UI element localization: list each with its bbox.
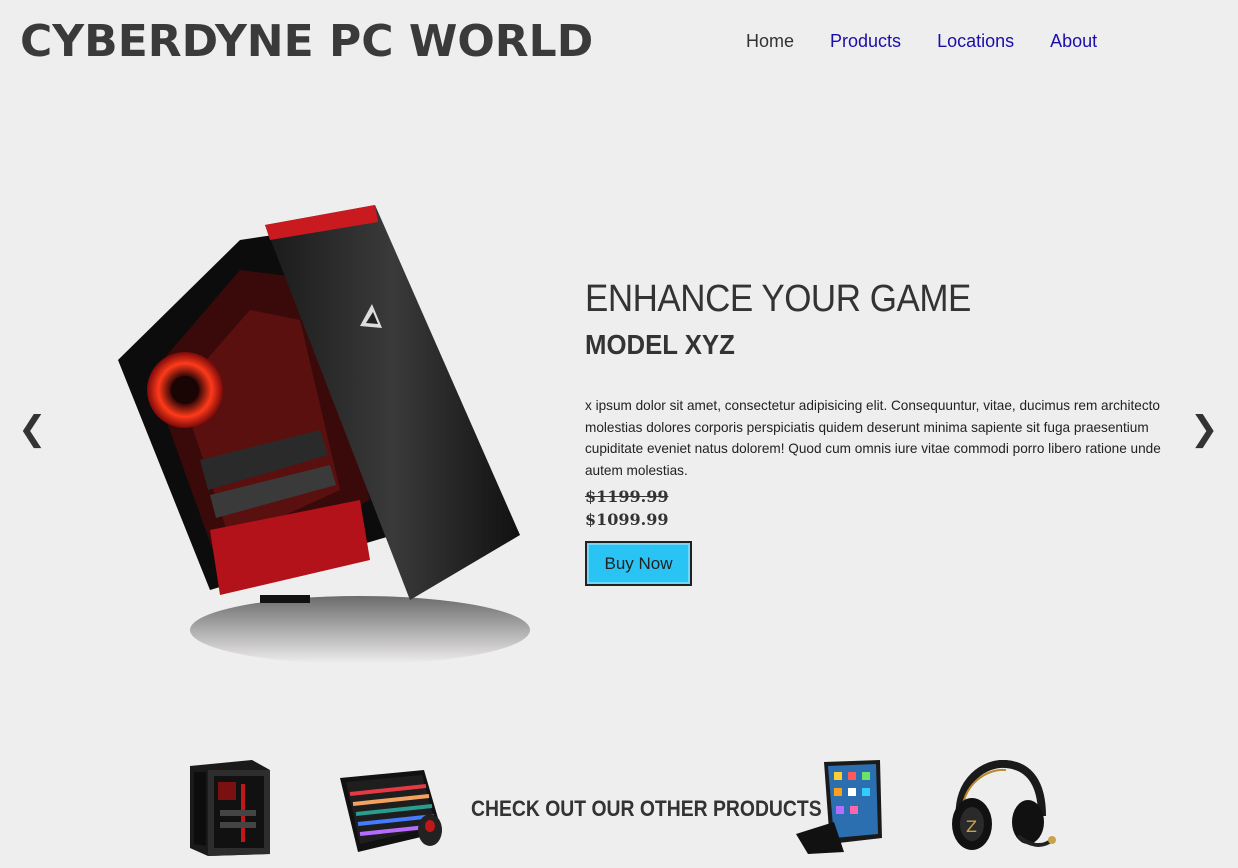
- svg-text:Z: Z: [966, 817, 977, 836]
- nav-products[interactable]: Products: [830, 31, 901, 52]
- brand-logo[interactable]: CYBERDYNE PC WORLD: [20, 16, 593, 67]
- hero-content: ENHANCE YOUR GAME MODEL XYZ x ipsum dolo…: [585, 278, 1165, 586]
- page: CYBERDYNE PC WORLD Home Products Locatio…: [0, 0, 1238, 868]
- other-products-heading: CHECK OUT OUR OTHER PRODUCTS: [471, 796, 822, 821]
- hero-description: x ipsum dolor sit amet, consectetur adip…: [585, 398, 1161, 478]
- nav-about[interactable]: About: [1050, 31, 1097, 52]
- pc-case-thumbnail[interactable]: [186, 756, 272, 858]
- hero-title: ENHANCE YOUR GAME: [585, 278, 971, 320]
- hero-model: MODEL XYZ: [585, 329, 735, 360]
- chevron-left-icon[interactable]: ❮: [18, 412, 47, 446]
- nav-locations[interactable]: Locations: [937, 31, 1014, 52]
- sale-price: $1099.99: [585, 510, 669, 529]
- keyboard-mouse-thumbnail[interactable]: [338, 762, 448, 858]
- chevron-right-icon[interactable]: ❯: [1190, 412, 1219, 446]
- buy-now-button[interactable]: Buy Now: [585, 541, 692, 586]
- nav-home[interactable]: Home: [746, 31, 794, 52]
- tablet-thumbnail[interactable]: [794, 758, 886, 856]
- main-nav: Home Products Locations About: [746, 31, 1097, 52]
- original-price: $1199.99: [585, 487, 669, 506]
- headset-thumbnail[interactable]: Z: [946, 760, 1056, 852]
- gaming-pc-image: [118, 205, 530, 664]
